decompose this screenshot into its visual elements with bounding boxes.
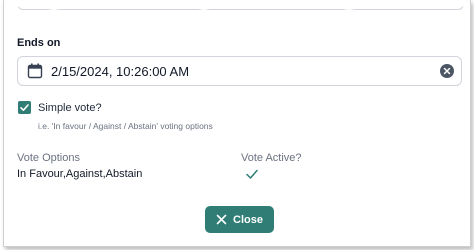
ends-on-value: 2/15/2024, 10:26:00 AM [51,64,190,79]
close-button-label: Close [233,213,263,226]
calendar-icon[interactable] [27,63,43,79]
ends-on-date-field[interactable]: 2/15/2024, 10:26:00 AM [17,56,462,86]
close-button[interactable]: Close [205,206,274,233]
vote-options-label: Vote Options [17,152,80,164]
dialog-panel: Ends on 2/15/2024, 10:26:00 AM Simple vo… [3,0,471,247]
torn-edge [4,0,470,10]
simple-vote-checkbox[interactable] [18,101,31,114]
ends-on-label: Ends on [17,37,61,49]
close-icon [216,214,227,225]
vote-active-label: Vote Active? [241,152,302,164]
check-icon [246,169,258,179]
simple-vote-hint: i.e. 'In favour / Against / Abstain' vot… [38,121,213,131]
checkmark-icon [20,104,29,111]
vote-options-value: In Favour,Against,Abstain [17,168,143,180]
clear-icon[interactable] [440,64,454,78]
simple-vote-label[interactable]: Simple vote? [38,102,102,114]
